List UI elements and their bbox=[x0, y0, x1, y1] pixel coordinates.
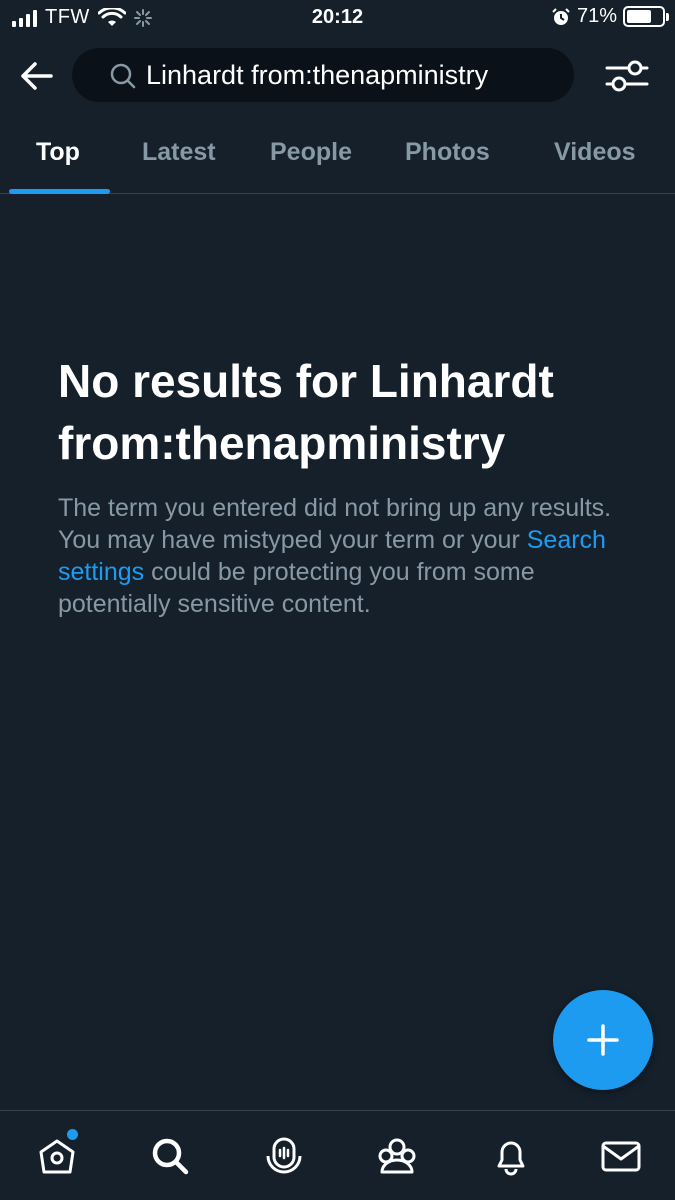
search-input[interactable]: Linhardt from:thenapministry bbox=[72, 48, 574, 102]
search-icon bbox=[110, 63, 136, 89]
tab-people[interactable]: People bbox=[270, 138, 352, 167]
tab-photos[interactable]: Photos bbox=[405, 138, 490, 167]
nav-spaces[interactable] bbox=[261, 1133, 307, 1179]
back-button[interactable] bbox=[16, 56, 56, 96]
battery-icon bbox=[623, 6, 669, 27]
communities-icon bbox=[378, 1138, 416, 1174]
empty-state: No results for Linhardt from:thenapminis… bbox=[58, 350, 638, 620]
home-icon bbox=[39, 1139, 75, 1174]
search-tabs: Top Latest People Photos Videos bbox=[0, 114, 675, 194]
search-query: Linhardt from:thenapministry bbox=[146, 59, 489, 90]
screen: TFW 20:12 71% Linhardt from:thenapminist… bbox=[0, 0, 675, 1200]
nav-search[interactable] bbox=[147, 1133, 193, 1179]
search-filter-button[interactable] bbox=[605, 56, 649, 96]
sliders-icon bbox=[605, 60, 649, 92]
search-icon bbox=[152, 1138, 189, 1175]
nav-notifications[interactable] bbox=[488, 1133, 534, 1179]
empty-state-message: The term you entered did not bring up an… bbox=[58, 492, 638, 620]
alarm-icon bbox=[552, 7, 570, 25]
tab-latest[interactable]: Latest bbox=[142, 138, 216, 167]
compose-button[interactable] bbox=[553, 990, 653, 1090]
status-right: 71% bbox=[551, 5, 669, 28]
search-header: Linhardt from:thenapministry bbox=[0, 44, 675, 106]
plus-icon bbox=[587, 1024, 619, 1056]
active-tab-indicator bbox=[9, 189, 110, 194]
bell-icon bbox=[497, 1141, 525, 1176]
arrow-left-icon bbox=[21, 62, 53, 90]
battery-percent: 71% bbox=[576, 5, 617, 27]
status-bar: TFW 20:12 71% bbox=[0, 0, 675, 38]
empty-state-title: No results for Linhardt from:thenapminis… bbox=[58, 355, 554, 469]
tab-videos[interactable]: Videos bbox=[554, 138, 636, 167]
nav-communities[interactable] bbox=[374, 1133, 420, 1179]
spaces-icon bbox=[266, 1137, 302, 1174]
mail-icon bbox=[601, 1141, 641, 1172]
bottom-navigation bbox=[0, 1110, 675, 1200]
home-notification-dot bbox=[67, 1129, 78, 1140]
nav-home[interactable] bbox=[34, 1129, 80, 1179]
tab-top[interactable]: Top bbox=[36, 138, 80, 167]
nav-messages[interactable] bbox=[598, 1133, 644, 1179]
